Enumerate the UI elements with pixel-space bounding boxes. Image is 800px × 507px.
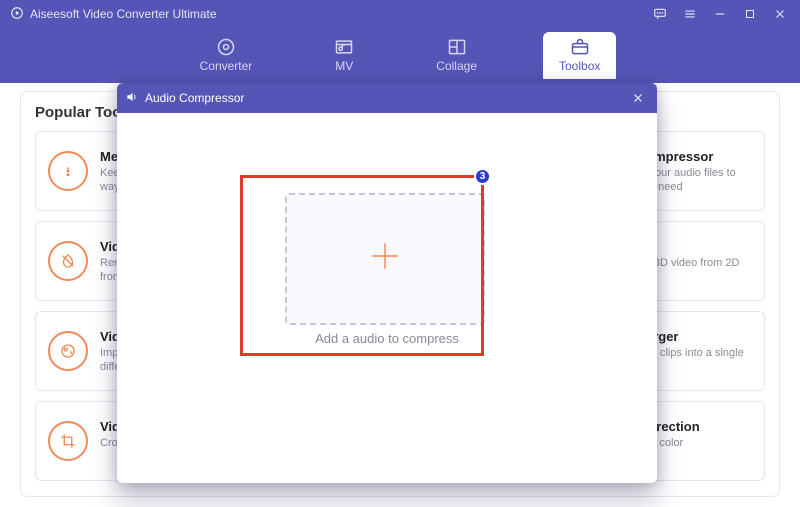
tab-collage[interactable]: Collage bbox=[420, 32, 493, 79]
title-bar-left: Aiseesoft Video Converter Ultimate bbox=[10, 6, 217, 23]
tab-label: Converter bbox=[200, 59, 253, 73]
main-tabs: Converter MV Collage Toolbox bbox=[0, 28, 800, 83]
tab-converter[interactable]: Converter bbox=[184, 32, 269, 79]
modal-title: Audio Compressor bbox=[145, 91, 244, 105]
minimize-icon[interactable] bbox=[710, 4, 730, 24]
tab-toolbox[interactable]: Toolbox bbox=[543, 32, 616, 79]
tab-label: Toolbox bbox=[559, 59, 600, 73]
app-logo-icon bbox=[10, 6, 24, 23]
tab-label: Collage bbox=[436, 59, 477, 73]
callout-step-badge: 3 bbox=[474, 168, 491, 185]
main-area: Popular Tools Media Metadata Editor Keep… bbox=[0, 83, 800, 507]
title-bar: Aiseesoft Video Converter Ultimate bbox=[0, 0, 800, 28]
modal-overlay: Audio Compressor 3 Add a audio to compre… bbox=[0, 83, 800, 507]
audio-compressor-modal: Audio Compressor 3 Add a audio to compre… bbox=[117, 83, 657, 483]
close-icon[interactable] bbox=[770, 4, 790, 24]
menu-icon[interactable] bbox=[680, 4, 700, 24]
modal-header: Audio Compressor bbox=[117, 83, 657, 113]
speaker-icon bbox=[125, 90, 139, 107]
window-controls bbox=[650, 4, 790, 24]
modal-body: 3 Add a audio to compress bbox=[117, 113, 657, 483]
plus-icon bbox=[368, 239, 402, 280]
tab-label: MV bbox=[335, 59, 353, 73]
add-audio-dropzone[interactable] bbox=[285, 193, 485, 325]
feedback-icon[interactable] bbox=[650, 4, 670, 24]
tab-mv[interactable]: MV bbox=[318, 32, 370, 79]
modal-close-icon[interactable] bbox=[629, 89, 647, 107]
dropzone-caption: Add a audio to compress bbox=[117, 331, 657, 346]
maximize-icon[interactable] bbox=[740, 4, 760, 24]
app-title: Aiseesoft Video Converter Ultimate bbox=[30, 7, 217, 21]
